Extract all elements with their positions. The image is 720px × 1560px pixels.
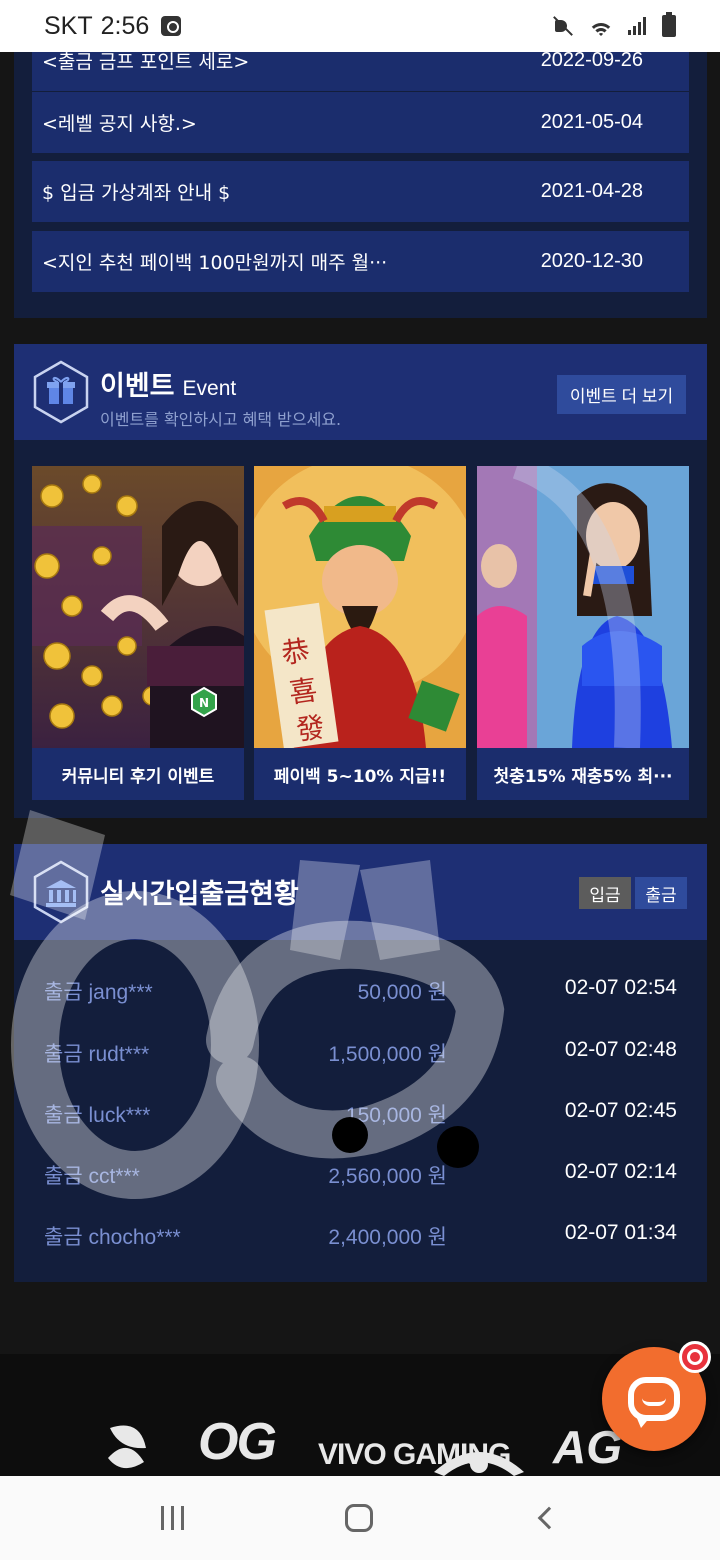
home-icon [345, 1504, 373, 1532]
tab-withdraw[interactable]: 출금 [635, 877, 687, 909]
live-status-list: 출금 jang*** 50,000 원 02-07 02:54 출금 rudt*… [14, 940, 707, 1282]
signal-icon [628, 17, 648, 35]
provider-logo-leaf [108, 1425, 146, 1469]
notice-item[interactable]: <레벨 공지 사항.> 2021-05-04 [32, 92, 689, 153]
event-card[interactable]: N 커뮤니티 후기 이벤트 [32, 466, 244, 800]
list-item: 출금 luck*** 150,000 원 02-07 02:45 [14, 1099, 707, 1139]
live-amount: 50,000 원 [357, 981, 447, 1004]
live-time: 02-07 02:14 [564, 1160, 677, 1183]
svg-text:發: 發 [294, 710, 326, 747]
notice-panel: <출금 금프 포인트 세로> 2022-09-26 <레벨 공지 사항.> 20… [14, 30, 707, 318]
event-title-en: Event [182, 377, 237, 400]
gift-icon [32, 360, 90, 424]
live-user: 출금 jang*** [44, 981, 153, 1004]
home-button[interactable] [334, 1496, 384, 1540]
event-card[interactable]: 첫충15% 재충5% 최··· [477, 466, 689, 800]
event-card-image [477, 466, 689, 748]
bank-icon [32, 860, 90, 924]
back-icon [537, 1506, 561, 1530]
new-badge: N [199, 696, 209, 710]
event-more-button[interactable]: 이벤트 더 보기 [557, 375, 686, 414]
live-user: 출금 cct*** [44, 1165, 140, 1188]
notice-title: $ 입금 가상계좌 안내 $ [42, 182, 231, 204]
live-user: 출금 chocho*** [44, 1226, 181, 1249]
status-bar: SKT 2:56 [0, 0, 720, 52]
system-nav-bar [0, 1476, 720, 1560]
notice-title: <지인 추천 페이백 100만원까지 매주 월··· [42, 252, 388, 274]
carrier-label: SKT [44, 11, 93, 40]
event-title-ko: 이벤트 [100, 371, 175, 402]
svg-text:喜: 喜 [287, 673, 319, 710]
notice-date: 2021-05-04 [540, 111, 643, 133]
tab-deposit[interactable]: 입금 [579, 877, 631, 909]
recents-icon [160, 1506, 184, 1530]
provider-logo-wing [434, 1452, 524, 1476]
chat-notification-badge [679, 1341, 711, 1373]
battery-icon [662, 12, 676, 37]
event-card-image: 恭 喜 發 [254, 466, 466, 748]
live-time: 02-07 02:45 [564, 1099, 677, 1122]
event-card-image: N [32, 466, 244, 748]
event-subtitle: 이벤트를 확인하시고 혜택 받으세요. [100, 410, 342, 429]
list-item: 출금 cct*** 2,560,000 원 02-07 02:14 [14, 1160, 707, 1200]
live-time: 02-07 01:34 [564, 1221, 677, 1244]
status-time: 2:56 [100, 11, 150, 40]
event-card-label: 페이백 5~10% 지급!! [273, 766, 447, 787]
notice-date: 2022-09-26 [540, 49, 643, 71]
live-time: 02-07 02:54 [564, 976, 677, 999]
alarm-icon [161, 16, 182, 36]
event-cards: N 커뮤니티 후기 이벤트 恭 喜 發 페이백 5~10% 지급!! 첫충15%… [14, 440, 707, 818]
recents-button[interactable] [147, 1496, 197, 1540]
live-status-title: 실시간입출금현황 [100, 879, 299, 910]
notice-item[interactable]: <지인 추천 페이백 100만원까지 매주 월··· 2020-12-30 [32, 231, 689, 292]
list-item: 출금 jang*** 50,000 원 02-07 02:54 [14, 976, 707, 1016]
event-card[interactable]: 恭 喜 發 페이백 5~10% 지급!! [254, 466, 466, 800]
wifi-icon [588, 16, 614, 36]
mute-icon [552, 15, 574, 37]
svg-text:恭: 恭 [279, 634, 311, 671]
chat-icon [628, 1377, 680, 1428]
notice-title: <레벨 공지 사항.> [42, 113, 197, 135]
live-user: 출금 rudt*** [44, 1043, 150, 1066]
event-card-label: 커뮤니티 후기 이벤트 [61, 766, 215, 787]
live-user: 출금 luck*** [44, 1104, 151, 1127]
live-time: 02-07 02:48 [564, 1038, 677, 1061]
event-header: 이벤트 Event 이벤트를 확인하시고 혜택 받으세요. 이벤트 더 보기 [14, 344, 707, 440]
live-amount: 2,560,000 원 [328, 1165, 447, 1188]
live-amount: 1,500,000 원 [328, 1043, 447, 1066]
back-button[interactable] [524, 1496, 574, 1540]
list-item: 출금 chocho*** 2,400,000 원 02-07 01:34 [14, 1221, 707, 1261]
notice-date: 2020-12-30 [540, 250, 643, 272]
notice-date: 2021-04-28 [540, 180, 643, 202]
live-amount: 2,400,000 원 [328, 1226, 447, 1249]
event-card-label: 첫충15% 재충5% 최··· [493, 766, 673, 787]
live-status-header: 실시간입출금현황 입금 출금 [14, 844, 707, 940]
provider-og: OG [198, 1413, 277, 1471]
list-item: 출금 rudt*** 1,500,000 원 02-07 02:48 [14, 1038, 707, 1078]
event-title: 이벤트 Event [100, 364, 236, 403]
live-amount: 150,000 원 [345, 1104, 447, 1127]
notice-item[interactable]: $ 입금 가상계좌 안내 $ 2021-04-28 [32, 161, 689, 222]
